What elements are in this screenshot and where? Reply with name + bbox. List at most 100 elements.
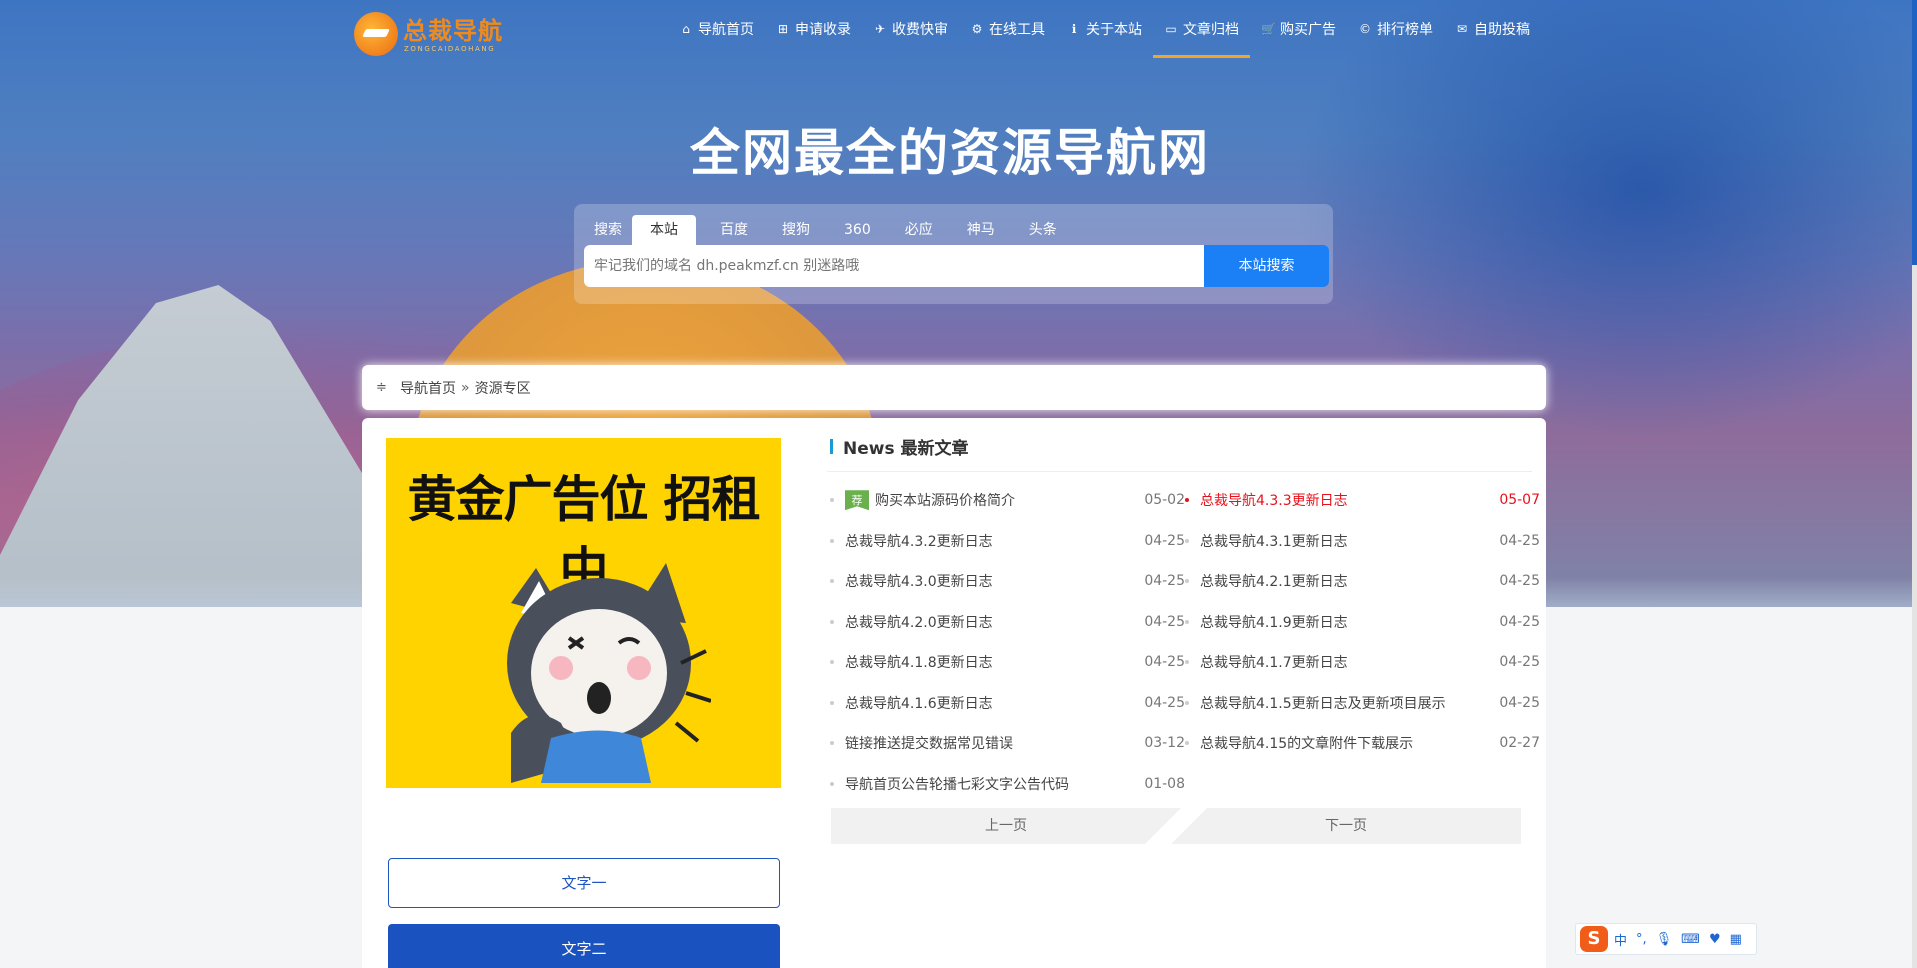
breadcrumb-home-link[interactable]: 导航首页 (400, 378, 456, 398)
news-item[interactable]: 总裁导航4.3.1更新日志 04-25 (1185, 521, 1540, 562)
news-item[interactable]: 总裁导航4.2.0更新日志 04-25 (830, 602, 1185, 643)
prev-page-button[interactable]: 上一页 (831, 808, 1181, 844)
news-item-date: 02-27 (1499, 735, 1540, 752)
news-item-date: 05-02 (1144, 492, 1185, 509)
news-item-title[interactable]: 总裁导航4.15的文章附件下载展示 (1200, 733, 1492, 753)
nav-item-1[interactable]: ⊞ 申请收录 (765, 0, 862, 58)
bullet-icon (830, 700, 834, 705)
bullet-icon (830, 619, 834, 624)
bullet-icon (830, 579, 834, 584)
search-tab-7[interactable]: 头条 (1019, 215, 1067, 245)
nav-item-7[interactable]: © 排行榜单 (1347, 0, 1444, 58)
info-icon: ℹ (1071, 22, 1077, 36)
news-item[interactable]: 总裁导航4.3.0更新日志 04-25 (830, 561, 1185, 602)
ime-language-toggle[interactable]: 中 (1614, 930, 1627, 949)
ime-menu-grid-icon[interactable]: ▦ (1730, 932, 1742, 947)
news-item-date: 04-25 (1144, 532, 1185, 549)
news-item-title[interactable]: 总裁导航4.1.9更新日志 (1200, 612, 1492, 632)
news-item-title[interactable]: 总裁导航4.1.6更新日志 (845, 693, 1137, 713)
news-item[interactable]: 总裁导航4.15的文章附件下载展示 02-27 (1185, 723, 1540, 764)
news-item[interactable]: 总裁导航4.3.3更新日志 05-07 (1185, 480, 1540, 521)
search-tab-2[interactable]: 百度 (710, 215, 758, 245)
logo-subtitle: ZONGCAIDAOHANG (404, 45, 496, 53)
content-panel: 黄金广告位 招租中 文字一 文字二 News 最新文章 荐购买本站源码价格简介 0… (362, 418, 1546, 968)
news-item-title[interactable]: 总裁导航4.3.2更新日志 (845, 531, 1137, 551)
site-logo[interactable]: 总裁导航 ZONGCAIDAOHANG (354, 10, 504, 56)
copyright-icon: © (1359, 22, 1371, 36)
news-item[interactable]: 总裁导航4.3.2更新日志 04-25 (830, 521, 1185, 562)
cart-icon: 🛒 (1261, 22, 1276, 36)
news-item-date: 04-25 (1144, 573, 1185, 590)
news-item[interactable]: 总裁导航4.1.9更新日志 04-25 (1185, 602, 1540, 643)
nav-item-4[interactable]: ℹ 关于本站 (1056, 0, 1153, 58)
news-item[interactable]: 总裁导航4.1.7更新日志 04-25 (1185, 642, 1540, 683)
news-item-title[interactable]: 总裁导航4.3.3更新日志 (1200, 490, 1492, 510)
news-item-title[interactable]: 总裁导航4.3.1更新日志 (1200, 531, 1492, 551)
bullet-icon (830, 741, 834, 746)
bullet-icon (830, 660, 834, 665)
news-item[interactable]: 链接推送提交数据常见错误 03-12 (830, 723, 1185, 764)
nav-item-0[interactable]: ⌂ 导航首页 (668, 0, 765, 58)
bullet-icon (830, 538, 834, 543)
news-item-title[interactable]: 导航首页公告轮播七彩文字公告代码 (845, 774, 1137, 794)
bullet-icon (1185, 700, 1189, 705)
news-item-title[interactable]: 总裁导航4.1.8更新日志 (845, 652, 1137, 672)
search-tab-4[interactable]: 360 (834, 215, 881, 245)
news-item[interactable]: 总裁导航4.1.6更新日志 04-25 (830, 683, 1185, 724)
news-section-title: News 最新文章 (830, 434, 969, 459)
ime-toolbar: S 中 °, 🎙 ⌨ ♥ ▦ (1575, 923, 1757, 955)
search-tab-3[interactable]: 搜狗 (772, 215, 820, 245)
scrollbar-thumb[interactable] (1912, 0, 1917, 265)
nav-item-5[interactable]: ▭ 文章归档 (1153, 0, 1250, 58)
news-item[interactable]: 总裁导航4.1.8更新日志 04-25 (830, 642, 1185, 683)
text-button-two[interactable]: 文字二 (388, 924, 780, 968)
ime-skin-icon[interactable]: ♥ (1709, 932, 1721, 947)
nav-item-6[interactable]: 🛒 购买广告 (1250, 0, 1347, 58)
search-input[interactable] (584, 258, 1194, 274)
search-tab-6[interactable]: 神马 (957, 215, 1005, 245)
ime-microphone-icon[interactable]: 🎙 (1656, 932, 1673, 947)
search-tab-5[interactable]: 必应 (895, 215, 943, 245)
search-button[interactable]: 本站搜索 (1204, 245, 1329, 287)
news-item[interactable]: 导航首页公告轮播七彩文字公告代码 01-08 (830, 764, 1185, 805)
next-page-button[interactable]: 下一页 (1171, 808, 1521, 844)
news-item-date: 04-25 (1499, 613, 1540, 630)
news-item-title[interactable]: 链接推送提交数据常见错误 (845, 733, 1137, 753)
inbox-icon: ✉ (1456, 22, 1468, 36)
news-item-date: 04-25 (1144, 654, 1185, 671)
news-item[interactable]: 荐购买本站源码价格简介 05-02 (830, 480, 1185, 521)
news-item[interactable]: 总裁导航4.2.1更新日志 04-25 (1185, 561, 1540, 602)
search-tab-1[interactable]: 本站 (632, 215, 696, 245)
signpost-icon: ≑ (376, 380, 387, 395)
news-item-title[interactable]: 总裁导航4.2.1更新日志 (1200, 571, 1492, 591)
text-button-one[interactable]: 文字一 (388, 858, 780, 908)
breadcrumb-current: 资源专区 (474, 380, 531, 397)
ad-banner[interactable]: 黄金广告位 招租中 (386, 438, 781, 788)
news-column-left: 荐购买本站源码价格简介 05-02 总裁导航4.3.2更新日志 04-25 总裁导航4.… (830, 480, 1185, 804)
ime-punctuation-icon[interactable]: °, (1636, 932, 1647, 947)
nav-item-label: 导航首页 (698, 22, 754, 38)
nav-item-label: 收费快审 (892, 22, 948, 38)
news-item-title[interactable]: 总裁导航4.3.0更新日志 (845, 571, 1137, 591)
news-item-title[interactable]: 总裁导航4.2.0更新日志 (845, 612, 1137, 632)
scrollbar[interactable] (1912, 0, 1917, 968)
search-label: 搜索 (594, 222, 622, 238)
breadcrumb: ≑ 导航首页 » 资源专区 (362, 365, 1546, 410)
search-box: 搜索本站百度搜狗 360 必应神马头条 本站搜索 (574, 204, 1333, 304)
news-item-title[interactable]: 购买本站源码价格简介 (875, 490, 1137, 510)
news-item-title[interactable]: 总裁导航4.1.7更新日志 (1200, 652, 1492, 672)
folder-open-icon: ▭ (1165, 22, 1177, 36)
nav-item-label: 文章归档 (1183, 22, 1239, 38)
rocket-icon: ✈ (874, 22, 886, 36)
gears-icon: ⚙ (971, 22, 983, 36)
bullet-icon (830, 498, 834, 503)
news-item[interactable]: 总裁导航4.1.5更新日志及更新项目展示 04-25 (1185, 683, 1540, 724)
nav-item-label: 自助投稿 (1474, 22, 1530, 38)
nav-item-3[interactable]: ⚙ 在线工具 (959, 0, 1056, 58)
sogou-logo-icon[interactable]: S (1580, 926, 1608, 952)
news-item-title[interactable]: 总裁导航4.1.5更新日志及更新项目展示 (1200, 693, 1492, 713)
nav-item-2[interactable]: ✈ 收费快审 (862, 0, 959, 58)
nav-item-8[interactable]: ✉ 自助投稿 (1444, 0, 1541, 58)
ime-keyboard-icon[interactable]: ⌨ (1681, 932, 1700, 947)
bullet-icon (1185, 741, 1189, 746)
